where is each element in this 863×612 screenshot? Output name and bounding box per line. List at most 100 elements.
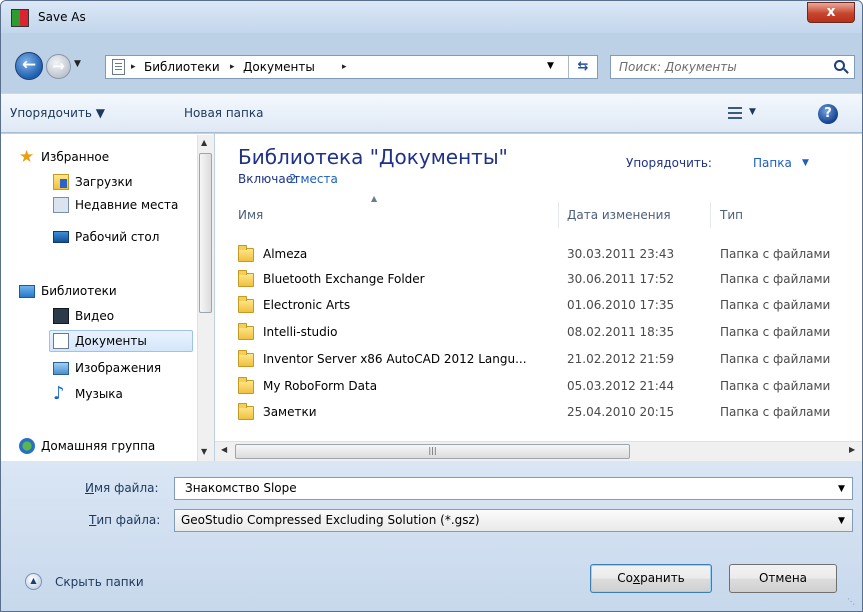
- nav-item-documents[interactable]: Документы: [49, 330, 193, 352]
- address-bar[interactable]: ▸ Библиотеки ▸ Документы ▸ ▼ ⇆: [105, 55, 598, 79]
- address-dropdown-icon[interactable]: ▼: [547, 61, 554, 71]
- breadcrumb-separator[interactable]: ▸: [342, 62, 347, 72]
- nav-item-video[interactable]: Видео: [53, 305, 114, 327]
- column-divider[interactable]: [558, 202, 559, 228]
- search-input[interactable]: Поиск: Документы: [610, 55, 855, 79]
- file-row[interactable]: Заметки 25.04.2010 20:15 Папка с файлами: [238, 402, 858, 426]
- horizontal-scroll-thumb[interactable]: |||: [235, 444, 630, 459]
- scroll-down-arrow-icon[interactable]: ▼: [201, 447, 207, 456]
- file-date: 01.06.2010 17:35: [567, 298, 675, 312]
- file-type: Папка с файлами: [720, 298, 831, 312]
- library-title: Библиотека "Документы": [238, 145, 508, 169]
- recent-pages-dropdown[interactable]: ▼: [74, 59, 81, 69]
- file-name: Almeza: [263, 247, 308, 261]
- nav-label: Недавние места: [75, 198, 179, 212]
- file-name: Inventor Server x86 AutoCAD 2012 Langu..…: [263, 352, 527, 366]
- cancel-button[interactable]: Отмена: [729, 564, 837, 593]
- nav-scroll-thumb[interactable]: [199, 153, 212, 313]
- app-icon: [11, 9, 29, 27]
- arrange-by-value[interactable]: Папка: [753, 156, 792, 170]
- file-name: Intelli-studio: [263, 325, 338, 339]
- new-folder-button[interactable]: Новая папка: [184, 106, 263, 120]
- organize-button[interactable]: Упорядочить ▼: [10, 106, 105, 120]
- filename-input[interactable]: Знакомство Slope ▼: [174, 477, 853, 500]
- folder-icon: [238, 377, 254, 394]
- file-row[interactable]: Electronic Arts 01.06.2010 17:35 Папка с…: [238, 295, 858, 319]
- file-date: 21.02.2012 21:59: [567, 352, 675, 366]
- filetype-dropdown-icon[interactable]: ▼: [838, 516, 845, 526]
- file-name: My RoboForm Data: [263, 379, 378, 393]
- file-date: 30.03.2011 23:43: [567, 247, 675, 261]
- library-locations-link[interactable]: 2 места: [289, 172, 338, 186]
- file-type: Папка с файлами: [720, 272, 831, 286]
- back-button[interactable]: ←: [15, 52, 43, 80]
- nav-label: Избранное: [41, 150, 110, 164]
- search-icon[interactable]: [834, 60, 845, 71]
- search-placeholder: Поиск: Документы: [619, 60, 737, 74]
- pictures-icon: [53, 361, 69, 375]
- title-bar: Save As x: [1, 1, 862, 33]
- filename-label: Имя файла:: [85, 481, 159, 495]
- column-header-name[interactable]: Имя: [238, 208, 263, 222]
- refresh-button[interactable]: ⇆: [568, 56, 597, 78]
- breadcrumb-documents[interactable]: Документы: [243, 60, 315, 74]
- nav-item-desktop[interactable]: Рабочий стол: [53, 226, 159, 248]
- save-button[interactable]: Сохранить: [590, 564, 712, 593]
- recent-places-icon: [53, 197, 69, 213]
- folder-icon: [238, 296, 254, 313]
- file-name: Bluetooth Exchange Folder: [263, 272, 425, 286]
- folder-icon: [238, 323, 254, 340]
- help-icon[interactable]: ?: [818, 104, 838, 124]
- collapse-arrow-icon[interactable]: ▲: [25, 573, 42, 590]
- filename-dropdown-icon[interactable]: ▼: [838, 484, 845, 494]
- nav-label: Документы: [75, 334, 147, 348]
- file-row[interactable]: Inventor Server x86 AutoCAD 2012 Langu..…: [238, 349, 858, 373]
- breadcrumb-separator[interactable]: ▸: [230, 62, 235, 72]
- file-row[interactable]: Almeza 30.03.2011 23:43 Папка с файлами: [238, 244, 858, 268]
- column-divider[interactable]: [710, 202, 711, 228]
- nav-item-music[interactable]: ♪ Музыка: [53, 383, 123, 405]
- close-button[interactable]: x: [807, 2, 855, 23]
- file-row[interactable]: My RoboForm Data 05.03.2012 21:44 Папка …: [238, 376, 858, 400]
- nav-homegroup[interactable]: Домашняя группа: [19, 435, 155, 457]
- folder-icon: [238, 245, 254, 262]
- breadcrumb-libraries[interactable]: Библиотеки: [144, 60, 220, 74]
- folder-icon: [238, 403, 254, 420]
- nav-item-downloads[interactable]: Загрузки: [53, 171, 133, 193]
- filetype-select[interactable]: GeoStudio Compressed Excluding Solution …: [174, 509, 853, 532]
- file-date: 25.04.2010 20:15: [567, 405, 675, 419]
- views-icon[interactable]: [728, 107, 742, 119]
- nav-item-recent-places[interactable]: Недавние места: [53, 194, 178, 216]
- nav-libraries[interactable]: Библиотеки: [19, 280, 117, 302]
- column-header-date[interactable]: Дата изменения: [567, 208, 671, 222]
- file-type: Папка с файлами: [720, 405, 831, 419]
- nav-favorites[interactable]: ★ Избранное: [19, 146, 109, 168]
- breadcrumb-separator[interactable]: ▸: [131, 62, 136, 72]
- window-title: Save As: [38, 10, 86, 24]
- file-name: Electronic Arts: [263, 298, 351, 312]
- views-dropdown-icon[interactable]: ▼: [749, 107, 756, 117]
- horizontal-scrollbar[interactable]: ◀ ||| ▶: [215, 441, 862, 461]
- nav-item-pictures[interactable]: Изображения: [53, 357, 161, 379]
- sort-ascending-icon: ▲: [371, 194, 378, 203]
- nav-label: Видео: [75, 309, 115, 323]
- homegroup-icon: [19, 438, 35, 454]
- hide-folders-button[interactable]: Скрыть папки: [55, 575, 144, 589]
- file-row[interactable]: Intelli-studio 08.02.2011 18:35 Папка с …: [238, 322, 858, 346]
- scroll-right-arrow-icon[interactable]: ▶: [849, 445, 855, 454]
- file-row[interactable]: Bluetooth Exchange Folder 30.06.2011 17:…: [238, 269, 858, 293]
- video-icon: [53, 308, 69, 324]
- desktop-icon: [53, 231, 69, 243]
- scroll-up-arrow-icon[interactable]: ▲: [201, 138, 207, 147]
- nav-label: Рабочий стол: [75, 230, 160, 244]
- file-type: Папка с файлами: [720, 247, 831, 261]
- nav-label: Изображения: [75, 361, 162, 375]
- arrange-dropdown-icon[interactable]: ▼: [802, 158, 809, 168]
- forward-button[interactable]: →: [46, 54, 71, 79]
- file-date: 05.03.2012 21:44: [567, 379, 675, 393]
- scroll-left-arrow-icon[interactable]: ◀: [221, 445, 227, 454]
- save-as-dialog: Save As x ← → ▼ ▸ Библиотеки ▸ Документы…: [0, 0, 863, 612]
- resize-grip-icon[interactable]: ⋱: [847, 597, 855, 606]
- column-header-type[interactable]: Тип: [720, 208, 743, 222]
- star-icon: ★: [19, 147, 35, 167]
